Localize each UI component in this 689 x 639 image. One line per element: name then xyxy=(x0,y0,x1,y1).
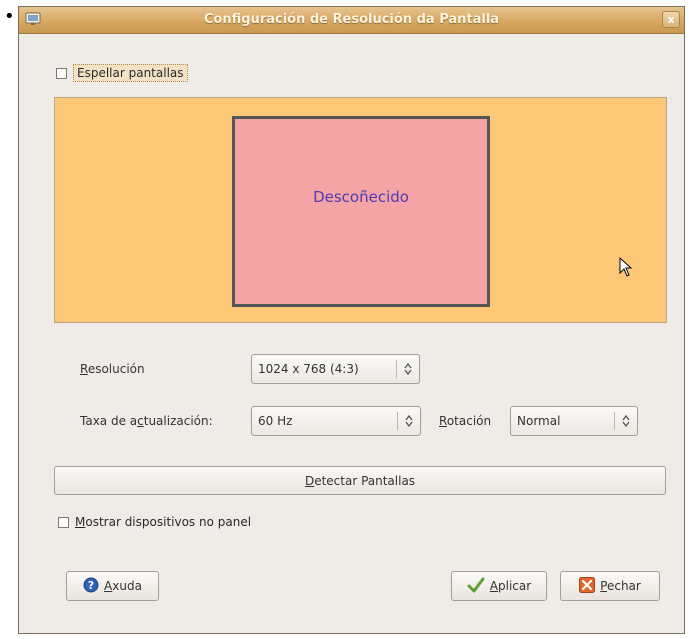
detect-displays-button[interactable]: Detectar Pantallas xyxy=(54,466,666,495)
rotation-label: Rotación xyxy=(439,414,492,428)
rotation-value: Normal xyxy=(517,414,561,428)
detect-displays-label: Detectar Pantallas xyxy=(304,473,416,488)
resolution-select[interactable]: 1024 x 768 (4:3) xyxy=(251,354,420,384)
help-button[interactable]: ? Axuda xyxy=(66,571,159,601)
close-label: Pechar xyxy=(600,579,641,593)
dialog-window: Configuración de Resolución da Pantalla … xyxy=(18,6,685,634)
mouse-pointer-icon xyxy=(619,257,633,277)
show-in-panel-row[interactable]: Mostrar dispositivos no panel xyxy=(58,515,251,529)
apply-button[interactable]: Aplicar xyxy=(451,571,547,601)
close-icon xyxy=(579,576,596,596)
mirror-screens-label[interactable]: Espellar pantallas xyxy=(73,64,188,82)
help-icon: ? xyxy=(83,577,99,596)
list-bullet: • xyxy=(4,6,15,27)
resolution-label: Resolución xyxy=(80,362,145,376)
mirror-screens-row[interactable]: Espellar pantallas xyxy=(56,64,188,82)
updown-arrow-icon xyxy=(615,415,637,427)
refresh-rate-select[interactable]: 60 Hz xyxy=(251,406,421,436)
close-button[interactable]: Pechar xyxy=(560,571,660,601)
rotation-select[interactable]: Normal xyxy=(510,406,638,436)
apply-label: Aplicar xyxy=(489,579,532,593)
refresh-rate-value: 60 Hz xyxy=(258,414,293,428)
titlebar-close-button[interactable]: x xyxy=(662,11,680,28)
svg-text:?: ? xyxy=(88,579,94,592)
resolution-value: 1024 x 768 (4:3) xyxy=(258,362,359,376)
updown-arrow-icon xyxy=(397,363,419,375)
updown-arrow-icon xyxy=(398,415,420,427)
mirror-screens-checkbox[interactable] xyxy=(56,67,67,79)
help-label: Axuda xyxy=(104,579,142,593)
monitor-preview[interactable]: Descoñecido xyxy=(232,116,490,307)
checkmark-icon xyxy=(467,577,485,596)
refresh-rate-label: Taxa de actualización: xyxy=(80,414,213,428)
show-in-panel-label[interactable]: Mostrar dispositivos no panel xyxy=(75,515,251,529)
display-arrangement-area[interactable]: Descoñecido xyxy=(54,97,667,323)
window-title: Configuración de Resolución da Pantalla xyxy=(203,12,500,27)
monitor-name-label: Descoñecido xyxy=(313,187,409,206)
title-bar[interactable]: Configuración de Resolución da Pantalla … xyxy=(19,7,684,34)
show-in-panel-checkbox[interactable] xyxy=(58,516,69,528)
